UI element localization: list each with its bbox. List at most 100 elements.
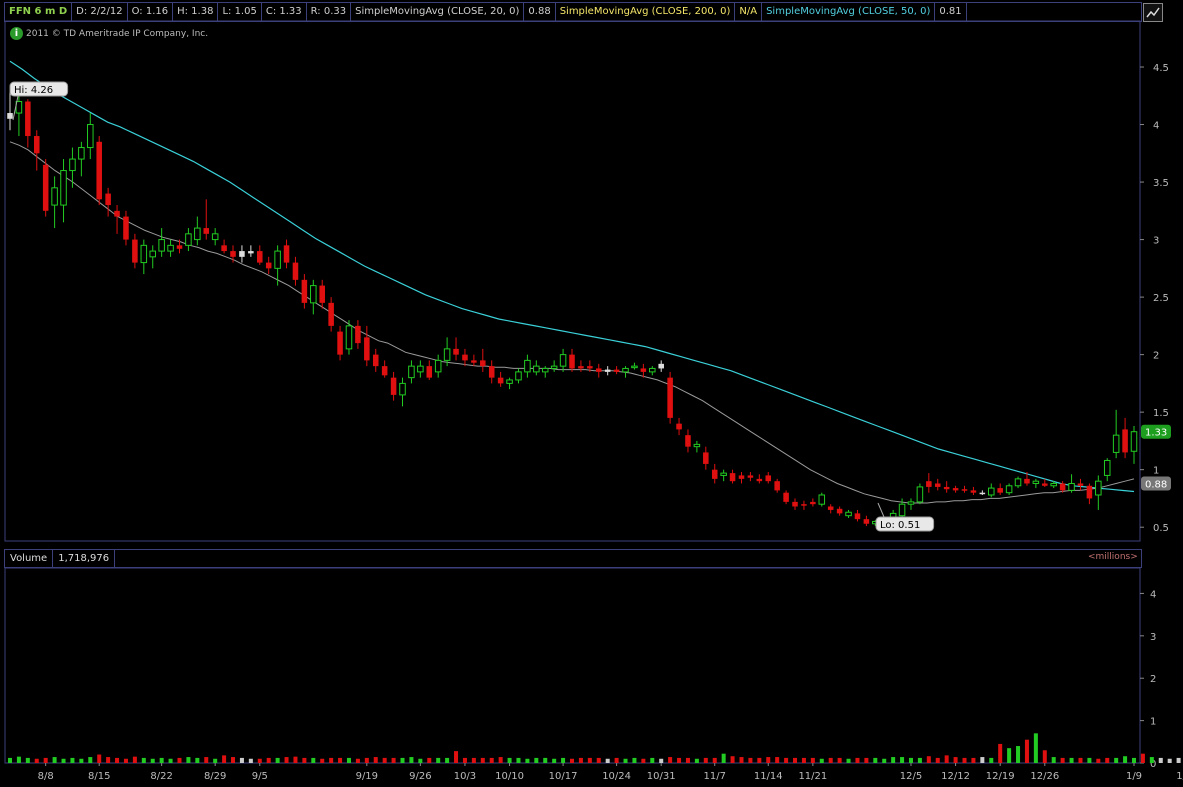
candle-body bbox=[399, 382, 406, 396]
volume-bar bbox=[900, 757, 905, 763]
volume-bar bbox=[757, 757, 762, 763]
volume-bar bbox=[346, 757, 351, 763]
volume-bar bbox=[204, 757, 209, 763]
volume-bar bbox=[569, 758, 575, 763]
volume-bar bbox=[284, 757, 289, 763]
price-y-tick-label: 3 bbox=[1153, 236, 1159, 247]
candle-body bbox=[1086, 485, 1093, 499]
x-tick-label: 8/22 bbox=[150, 771, 172, 782]
candle-body bbox=[1130, 431, 1138, 452]
candle-body bbox=[194, 227, 201, 241]
volume-bar bbox=[1167, 758, 1172, 763]
volume-bar bbox=[52, 757, 57, 763]
volume-bar bbox=[418, 758, 423, 763]
volume-bar bbox=[534, 757, 539, 763]
candle-body bbox=[123, 216, 129, 240]
volume-bar bbox=[552, 758, 557, 763]
x-tick-label: 12/19 bbox=[986, 771, 1015, 782]
candle-body bbox=[87, 124, 94, 149]
candle-body bbox=[810, 501, 816, 505]
candle-body bbox=[747, 475, 754, 478]
candle-body bbox=[783, 492, 789, 502]
sma20-line bbox=[9, 141, 1135, 504]
price-chart[interactable]: 0.5 1 1.5 2 2.5 3 3.5 4 4.5 Hi: 4.26 Lo: 0.51 1.33 0… bbox=[0, 0, 1183, 787]
volume-bar bbox=[989, 757, 994, 763]
volume-bar bbox=[828, 757, 833, 763]
volume-y-tick-label: 2 bbox=[1150, 674, 1156, 685]
volume-bar bbox=[1024, 739, 1029, 763]
candle-body bbox=[765, 475, 772, 482]
volume-bar bbox=[382, 757, 387, 763]
x-tick-label: 9/19 bbox=[356, 771, 378, 782]
volume-bar bbox=[766, 757, 771, 763]
volume-bar bbox=[873, 757, 878, 763]
candle-body bbox=[381, 366, 388, 376]
volume-bar bbox=[320, 758, 325, 763]
price-y-tick-label: 4.5 bbox=[1153, 63, 1169, 74]
candle-body bbox=[703, 452, 709, 464]
candle-body bbox=[1014, 478, 1022, 487]
candle-body bbox=[845, 511, 852, 517]
volume-bar bbox=[935, 757, 940, 763]
candle-body bbox=[1095, 480, 1102, 496]
volume-bar bbox=[1087, 757, 1092, 763]
volume-bar bbox=[177, 757, 182, 763]
volume-bar bbox=[623, 758, 628, 763]
candle-body bbox=[105, 193, 111, 206]
candle-body bbox=[337, 331, 343, 355]
volume-bar bbox=[43, 757, 48, 763]
volume-bar bbox=[186, 757, 191, 763]
volume-bar bbox=[248, 758, 253, 763]
price-y-tick-label: 2.5 bbox=[1153, 293, 1169, 304]
volume-bar bbox=[596, 757, 601, 763]
volume-bar bbox=[685, 757, 690, 763]
lo-pointer bbox=[877, 502, 885, 518]
candle-body bbox=[1077, 483, 1084, 486]
candle-body bbox=[167, 244, 174, 252]
candle-body bbox=[1024, 478, 1030, 484]
candle-body bbox=[114, 210, 120, 217]
volume-bar bbox=[748, 757, 753, 763]
volume-bar bbox=[97, 754, 102, 763]
candle-body bbox=[934, 483, 941, 487]
volume-bar bbox=[605, 758, 610, 763]
candle-body bbox=[203, 228, 210, 234]
candle-body bbox=[185, 233, 192, 246]
volume-bar bbox=[195, 757, 200, 763]
candle-body bbox=[756, 478, 763, 482]
sma-value-label: 0.88 bbox=[1145, 479, 1167, 490]
volume-bar bbox=[659, 758, 664, 763]
volume-bar bbox=[364, 757, 369, 763]
candle-body bbox=[613, 369, 620, 372]
candle-body bbox=[372, 354, 379, 367]
volume-bar bbox=[311, 757, 316, 763]
candle-body bbox=[319, 285, 325, 303]
candle-body bbox=[863, 519, 870, 524]
volume-bar bbox=[587, 757, 592, 763]
volume-bar bbox=[730, 756, 735, 763]
x-tick-label: 8/15 bbox=[88, 771, 110, 782]
volume-bar bbox=[998, 743, 1003, 763]
x-tick-label: 8/8 bbox=[38, 771, 54, 782]
volume-bar bbox=[462, 757, 467, 763]
volume-bar bbox=[391, 757, 396, 763]
x-tick-label: 8/29 bbox=[204, 771, 226, 782]
candle-body bbox=[827, 506, 834, 510]
candle-body bbox=[60, 170, 67, 206]
lo-label: Lo: 0.51 bbox=[880, 520, 920, 531]
volume-bar bbox=[846, 758, 851, 763]
volume-bar bbox=[1123, 756, 1128, 763]
volume-bar bbox=[1131, 757, 1137, 763]
volume-bar bbox=[1051, 757, 1056, 763]
volume-bar bbox=[864, 757, 869, 763]
volume-bar bbox=[16, 756, 21, 763]
volume-bar bbox=[231, 757, 236, 763]
volume-bar bbox=[980, 757, 985, 763]
candle-body bbox=[631, 365, 638, 369]
candle-body bbox=[1122, 429, 1128, 453]
candle-body bbox=[443, 348, 451, 361]
volume-bar bbox=[123, 758, 128, 763]
volume-bar bbox=[302, 757, 307, 763]
x-tick-label: 10/10 bbox=[495, 771, 524, 782]
price-y-tick-label: 1 bbox=[1153, 466, 1159, 477]
